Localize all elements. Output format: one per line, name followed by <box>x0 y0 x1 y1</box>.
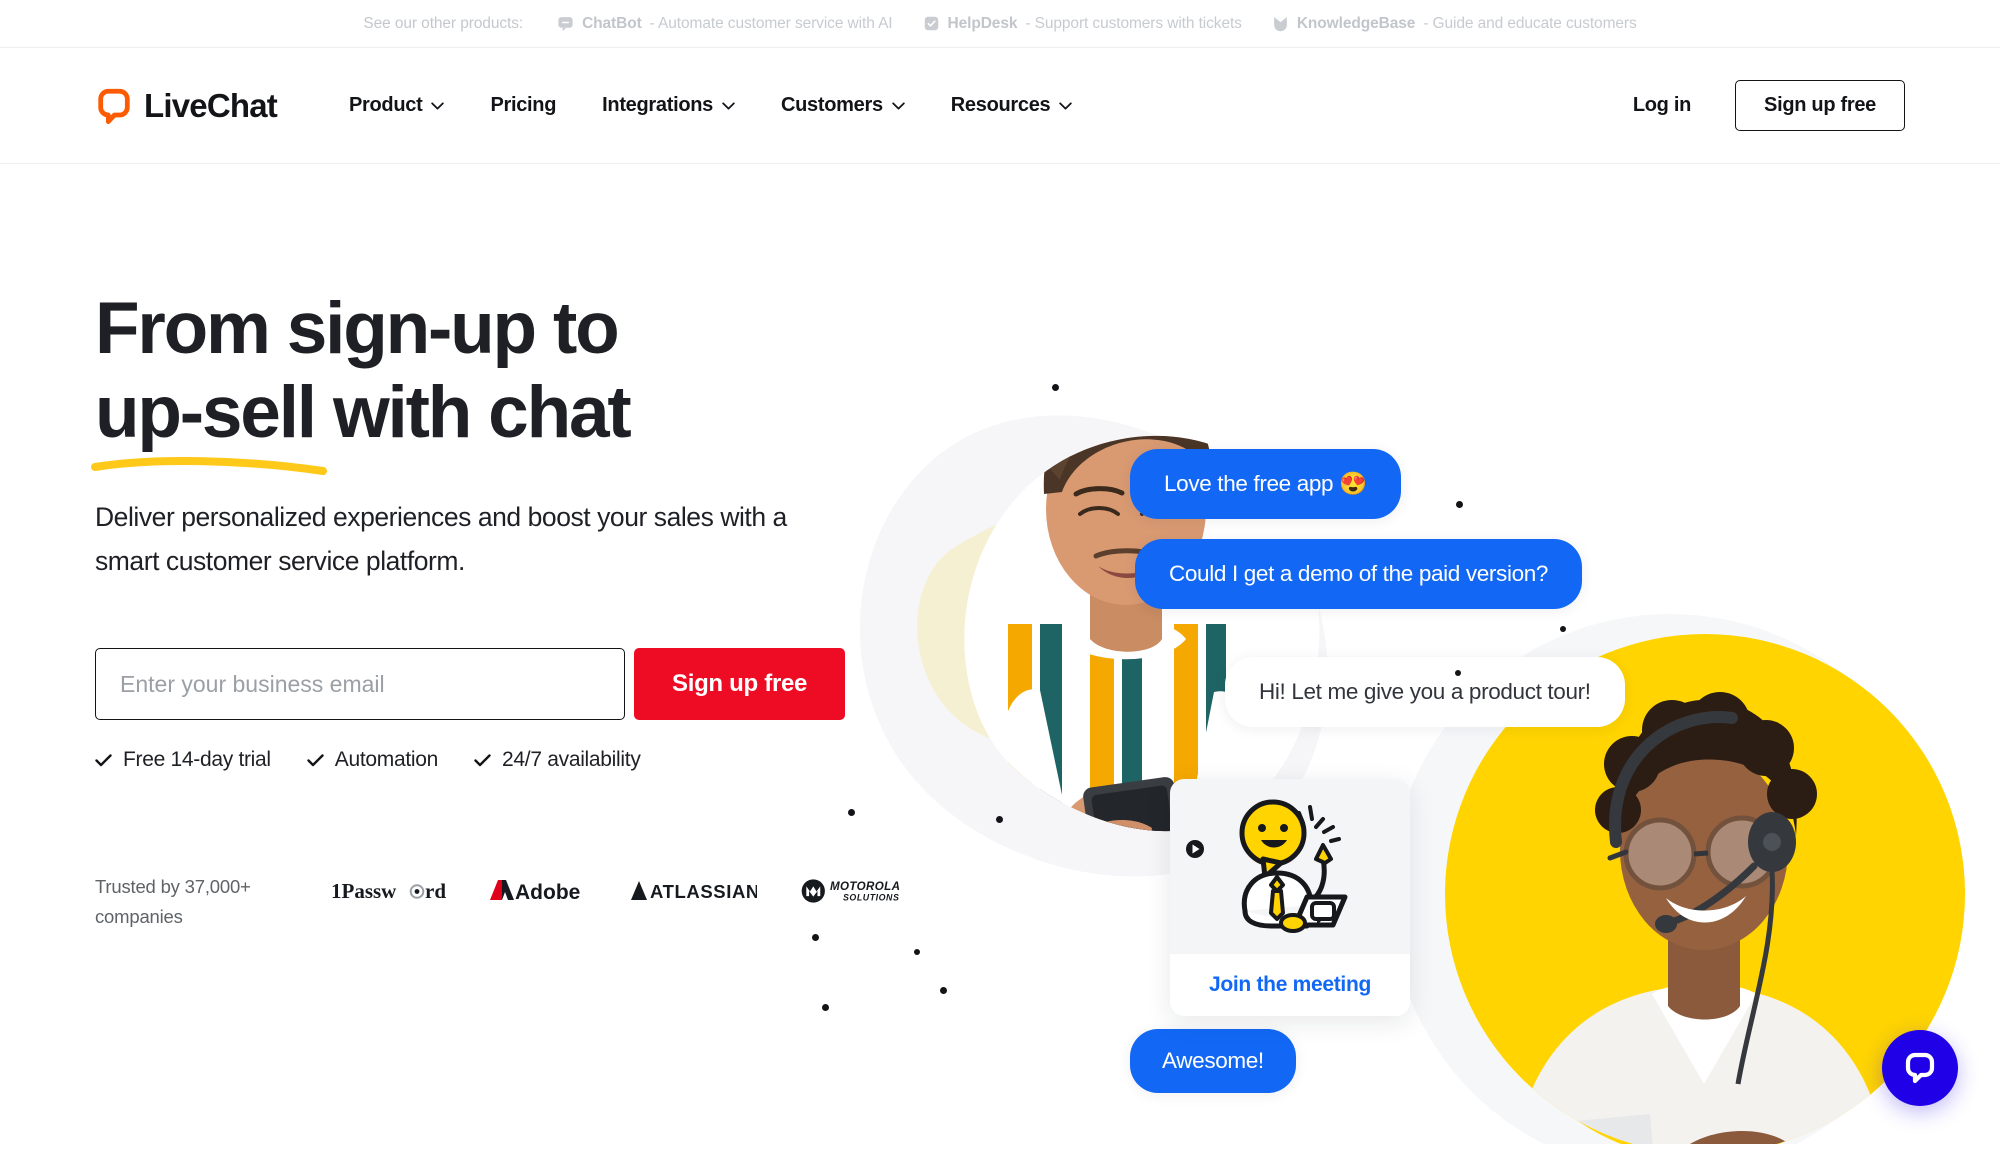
product-link-helpdesk[interactable]: HelpDesk - Support customers with ticket… <box>923 15 1242 33</box>
decorative-dot <box>940 987 947 994</box>
other-products-bar: See our other products: ChatBot - Automa… <box>0 0 2000 48</box>
product-name: KnowledgeBase <box>1296 14 1416 32</box>
product-name: HelpDesk <box>947 14 1018 32</box>
perk-label: Free 14-day trial <box>123 748 271 771</box>
hero-section: From sign-up to up-sell with chat Delive… <box>0 164 2000 1144</box>
nav-links: Product Pricing Integrations Customers R… <box>348 94 1073 117</box>
chat-message-bubble: Hi! Let me give you a product tour! <box>1225 657 1625 727</box>
headline-line-1: From sign-up to <box>95 288 620 369</box>
other-products-label: See our other products: <box>363 14 524 32</box>
nav-item-label: Product <box>348 94 423 116</box>
chatbot-icon <box>558 17 573 32</box>
play-dot-icon <box>1186 840 1204 858</box>
decorative-dot <box>996 816 1003 823</box>
nav-item-integrations[interactable]: Integrations <box>602 94 735 117</box>
hero-subtitle: Deliver personalized experiences and boo… <box>95 502 787 576</box>
perk-label: Automation <box>334 748 439 771</box>
chevron-down-icon <box>722 101 735 110</box>
nav-item-pricing[interactable]: Pricing <box>490 94 556 117</box>
decorative-dot <box>812 934 819 941</box>
yellow-underline-icon <box>91 457 327 475</box>
join-meeting-card[interactable]: Join the meeting <box>1170 779 1410 1016</box>
product-link-chatbot[interactable]: ChatBot - Automate customer service with… <box>557 14 893 33</box>
perk-item: Free 14-day trial <box>95 748 271 772</box>
nav-actions: Log in Sign up free <box>1633 80 1905 131</box>
business-email-input[interactable] <box>95 648 625 720</box>
join-meeting-link[interactable]: Join the meeting <box>1209 973 1371 997</box>
chat-message-bubble: Love the free app 😍 <box>1130 449 1401 519</box>
svg-text:Adobe: Adobe <box>515 881 580 904</box>
brand-logo-1password: 1Passw rd <box>331 879 446 903</box>
headline-highlight-wrap: up-sell <box>91 371 327 475</box>
nav-item-label: Customers <box>781 94 883 116</box>
brand-logo-adobe: Adobe <box>490 880 580 904</box>
nav-item-customers[interactable]: Customers <box>781 94 905 117</box>
livechat-speech-bubble-icon <box>98 88 130 124</box>
perk-item: Automation <box>307 748 438 772</box>
product-name: ChatBot <box>582 14 642 32</box>
nav-item-label: Resources <box>950 94 1051 116</box>
chat-widget-launcher[interactable] <box>1882 1030 1958 1106</box>
svg-text:rd: rd <box>425 879 446 903</box>
join-meeting-footer: Join the meeting <box>1170 954 1410 1016</box>
signup-free-button-nav[interactable]: Sign up free <box>1735 80 1905 131</box>
decorative-dot <box>914 949 920 955</box>
chevron-down-icon <box>431 101 445 110</box>
nav-item-resources[interactable]: Resources <box>951 94 1073 117</box>
mascot-waving-with-laptop-icon <box>1239 799 1348 933</box>
decorative-dot <box>1560 626 1566 632</box>
headline-rest: with chat <box>314 372 632 453</box>
chevron-down-icon <box>892 101 905 110</box>
decorative-dot <box>1052 384 1059 391</box>
product-link-knowledgebase[interactable]: KnowledgeBase - Guide and educate custom… <box>1272 15 1637 33</box>
chevron-down-icon <box>1059 101 1073 110</box>
nav-item-product[interactable]: Product <box>348 94 445 117</box>
helpdesk-icon <box>924 16 938 31</box>
perk-item: 24/7 availability <box>474 748 641 772</box>
brand-logo-atlassian: ATLASSIAN <box>631 881 757 902</box>
svg-text:1Passw: 1Passw <box>331 879 397 903</box>
chat-message-bubble: Could I get a demo of the paid version? <box>1135 539 1583 609</box>
knowledgebase-icon <box>1273 17 1287 32</box>
svg-text:ATLASSIAN: ATLASSIAN <box>650 881 757 902</box>
trusted-by-label: Trusted by 37,000+ companies <box>95 876 251 927</box>
product-desc: - Guide and educate customers <box>1423 14 1637 32</box>
nav-item-label: Pricing <box>490 94 557 116</box>
decorative-dot <box>848 809 855 816</box>
chat-message-bubble: Awesome! <box>1130 1029 1296 1093</box>
checkmark-icon <box>95 753 112 766</box>
hero-illustration: Love the free app 😍 Could I get a demo o… <box>812 304 2000 1144</box>
decorative-dot <box>822 1004 829 1011</box>
livechat-logo[interactable]: LiveChat <box>95 86 278 125</box>
checkmark-icon <box>307 753 324 766</box>
logo-text: LiveChat <box>144 86 278 124</box>
product-desc: - Support customers with tickets <box>1025 14 1242 32</box>
headline-highlight: up-sell <box>95 372 317 453</box>
perk-label: 24/7 availability <box>502 748 641 771</box>
nav-item-label: Integrations <box>602 94 713 116</box>
decorative-dot <box>1455 670 1461 676</box>
decorative-dot <box>1456 501 1463 508</box>
checkmark-icon <box>474 753 491 766</box>
chat-widget-icon <box>1905 1052 1935 1084</box>
main-navigation: LiveChat Product Pricing Integrations Cu… <box>0 48 2000 164</box>
product-desc: - Automate customer service with AI <box>649 14 893 32</box>
login-link[interactable]: Log in <box>1633 94 1691 117</box>
